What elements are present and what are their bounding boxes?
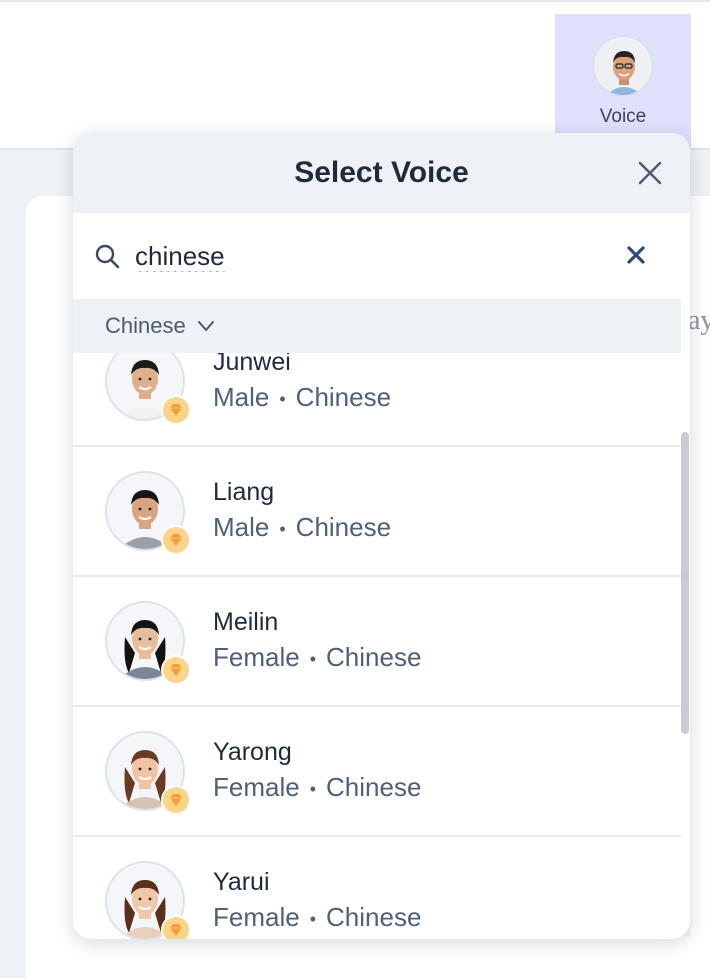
voice-name: Yarong xyxy=(213,737,292,766)
separator-dot: • xyxy=(309,779,317,800)
separator-dot: • xyxy=(309,909,317,930)
voice-text: Liang Male • Chinese xyxy=(213,475,391,547)
voice-avatar xyxy=(105,471,191,555)
language-filter-dropdown[interactable]: Chinese xyxy=(73,299,681,353)
top-toolbar: Voice xyxy=(0,0,710,150)
scrollbar-thumb[interactable] xyxy=(681,432,689,734)
voice-language: Chinese xyxy=(295,511,392,542)
voice-text: Meilin Female • Chinese xyxy=(213,605,421,677)
separator-dot: • xyxy=(279,389,286,410)
voice-tab-button[interactable]: Voice xyxy=(555,14,691,150)
voice-language: Chinese xyxy=(326,901,422,932)
voice-gender: Male xyxy=(213,381,270,412)
voice-language: Chinese xyxy=(326,641,422,672)
voice-name: Yarui xyxy=(213,867,270,896)
filter-label: Chinese xyxy=(105,313,186,338)
premium-badge-icon xyxy=(161,655,191,685)
voice-name: Liang xyxy=(213,477,275,506)
voice-gender: Female xyxy=(213,641,300,672)
voice-list-item[interactable]: Yarui Female • Chinese xyxy=(73,837,681,939)
premium-badge-icon xyxy=(161,915,191,939)
chevron-down-icon xyxy=(197,321,214,331)
premium-badge-icon xyxy=(161,785,191,815)
close-icon xyxy=(638,161,662,185)
voice-text: Yarong Female • Chinese xyxy=(213,735,421,807)
voice-avatar xyxy=(105,353,191,425)
voice-meta: Female • Chinese xyxy=(213,899,421,937)
voice-name: Meilin xyxy=(213,607,279,636)
voice-list-item[interactable]: Liang Male • Chinese xyxy=(73,447,681,577)
background-partial-text: ay xyxy=(688,305,710,336)
clear-search-button[interactable] xyxy=(624,243,648,267)
search-icon xyxy=(95,244,120,269)
voice-list-item[interactable]: Yarong Female • Chinese xyxy=(73,707,681,837)
voice-meta: Male • Chinese xyxy=(213,509,391,547)
search-row xyxy=(73,213,690,299)
voice-gender: Female xyxy=(213,771,300,802)
search-input[interactable] xyxy=(135,240,575,272)
voice-avatar xyxy=(105,861,191,939)
voice-meta: Male • Chinese xyxy=(213,379,391,417)
voice-text: Yarui Female • Chinese xyxy=(213,865,421,937)
separator-dot: • xyxy=(309,649,317,670)
close-button[interactable] xyxy=(636,159,664,187)
voice-gender: Female xyxy=(213,901,300,932)
premium-badge-icon xyxy=(161,525,191,555)
voice-list-item[interactable]: Meilin Female • Chinese xyxy=(73,577,681,707)
select-voice-popup: Select Voice Chinese xyxy=(73,133,690,939)
voice-list-item[interactable]: Junwei Male • Chinese xyxy=(73,353,681,447)
voice-avatar xyxy=(105,731,191,815)
clear-x-icon xyxy=(627,246,645,264)
voice-meta: Female • Chinese xyxy=(213,639,421,677)
voice-avatar-icon xyxy=(593,36,653,96)
popup-header: Select Voice xyxy=(73,133,690,213)
voice-text: Junwei Male • Chinese xyxy=(213,353,391,417)
voice-list: Junwei Male • Chinese Liang Male • Chine… xyxy=(73,353,681,939)
voice-language: Chinese xyxy=(326,771,422,802)
separator-dot: • xyxy=(279,519,286,540)
premium-badge-icon xyxy=(161,395,191,425)
voice-name: Junwei xyxy=(213,353,291,376)
voice-avatar xyxy=(105,601,191,685)
voice-meta: Female • Chinese xyxy=(213,769,421,807)
voice-tab-label: Voice xyxy=(599,106,647,127)
voice-gender: Male xyxy=(213,511,270,542)
voice-language: Chinese xyxy=(295,381,392,412)
popup-title: Select Voice xyxy=(294,156,469,189)
